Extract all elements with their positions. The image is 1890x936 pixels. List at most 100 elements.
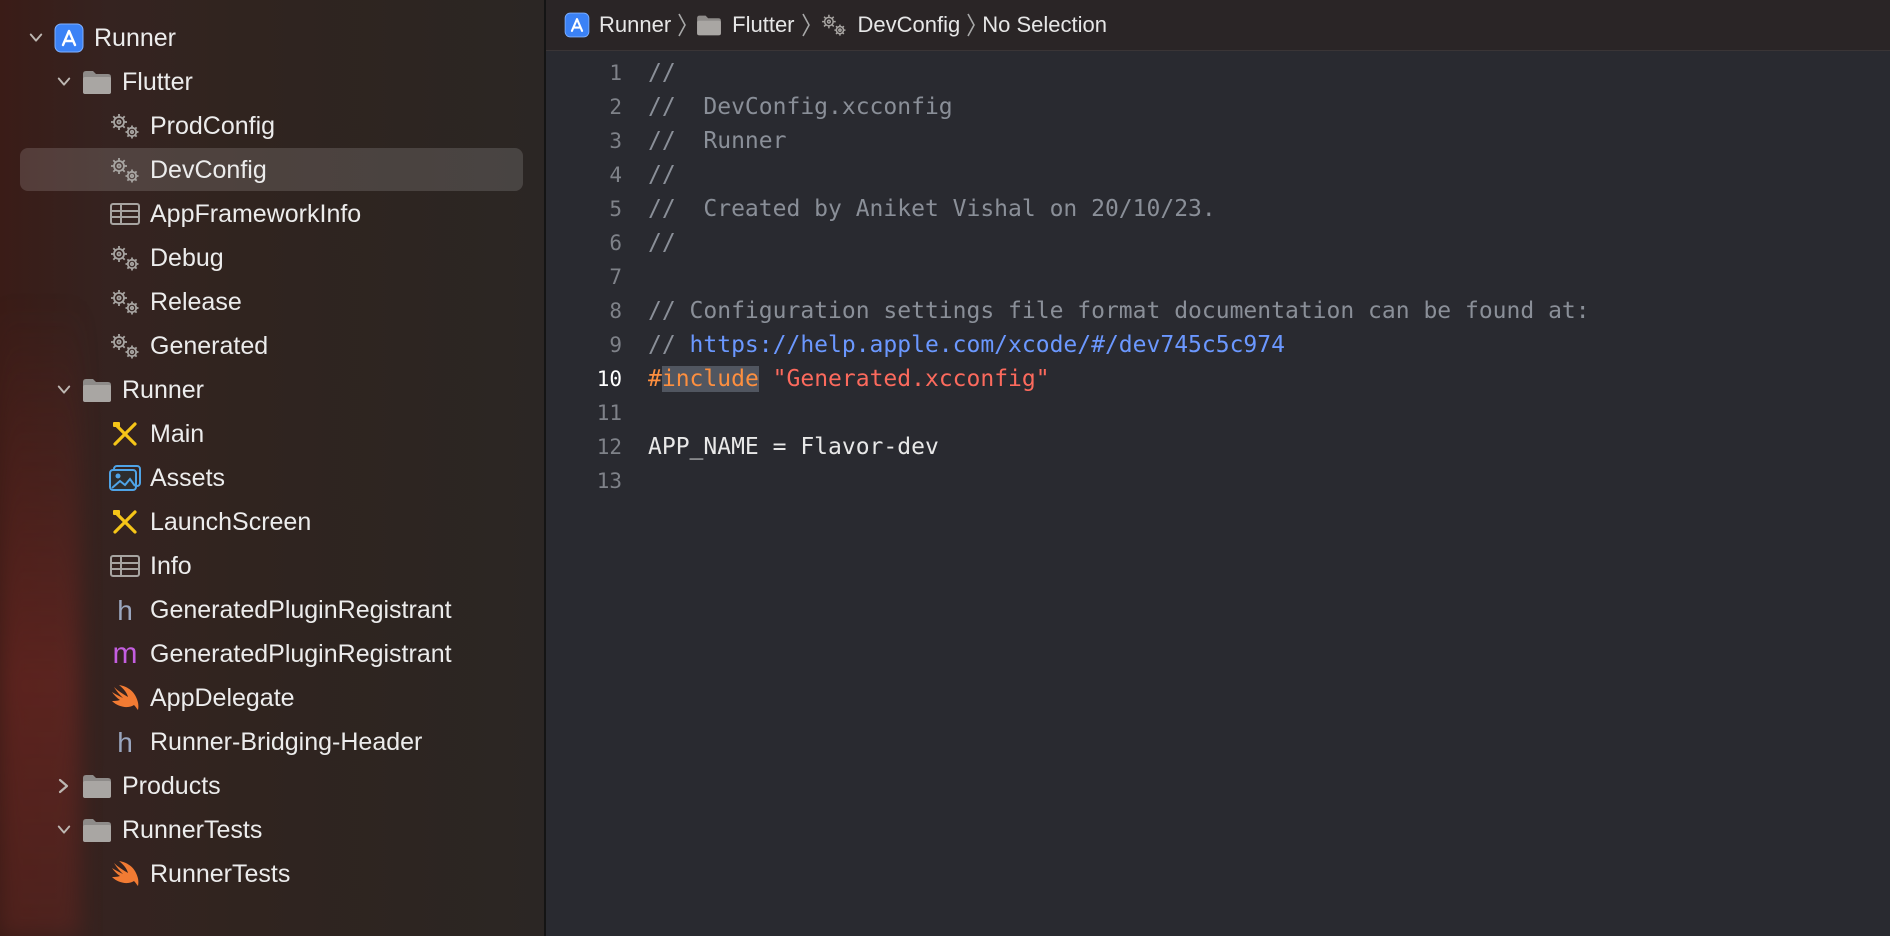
navigator-item-prodconfig[interactable]: ProdConfig bbox=[108, 104, 275, 148]
navigator-item-generatedpluginregistrant[interactable]: h GeneratedPluginRegistrant bbox=[108, 588, 451, 632]
token-comment: // bbox=[648, 162, 676, 188]
token-kw: include bbox=[661, 366, 759, 392]
breadcrumb-item-devconfig[interactable]: DevConfig bbox=[817, 10, 961, 40]
code-line[interactable]: 13 bbox=[546, 464, 1890, 498]
navigator-item-runner-bridging-header[interactable]: h Runner-Bridging-Header bbox=[108, 720, 422, 764]
token-comment: // bbox=[648, 60, 676, 86]
asset-catalog-icon bbox=[108, 463, 142, 493]
objc-file-icon: m bbox=[108, 639, 142, 669]
token-url[interactable]: https://help.apple.com/xcode/#/dev745c5c… bbox=[690, 332, 1285, 358]
code-line[interactable]: 2 // DevConfig.xcconfig bbox=[546, 90, 1890, 124]
breadcrumb-item-flutter[interactable]: Flutter bbox=[693, 12, 795, 38]
navigator-item-label: Assets bbox=[150, 464, 226, 492]
navigator-item-runner[interactable]: Runner bbox=[29, 16, 176, 60]
line-number: 3 bbox=[609, 129, 622, 153]
line-number: 2 bbox=[609, 95, 622, 119]
token-pre: # bbox=[648, 366, 662, 392]
line-text: // DevConfig.xcconfig bbox=[648, 94, 953, 120]
line-text: // bbox=[648, 60, 676, 86]
navigator-item-label: Main bbox=[150, 420, 205, 448]
folder-icon bbox=[80, 771, 114, 801]
navigator-item-runnertests[interactable]: RunnerTests bbox=[57, 808, 262, 852]
code-line[interactable]: 6 // bbox=[546, 226, 1890, 260]
navigator-item-devconfig[interactable]: DevConfig bbox=[108, 148, 267, 192]
gears-icon bbox=[108, 155, 142, 185]
breadcrumb-label: No Selection bbox=[982, 12, 1107, 37]
code-line[interactable]: 7 bbox=[546, 260, 1890, 294]
line-number: 12 bbox=[596, 435, 622, 459]
navigator-item-runner[interactable]: Runner bbox=[57, 368, 204, 412]
navigator-item-runnertests[interactable]: RunnerTests bbox=[108, 852, 290, 896]
code-line[interactable]: 1 // bbox=[546, 56, 1890, 90]
breadcrumb-label: Flutter bbox=[732, 12, 795, 37]
navigator-item-label: RunnerTests bbox=[150, 860, 291, 888]
line-text: APP_NAME = Flavor-dev bbox=[648, 434, 939, 460]
code-line[interactable]: 8 // Configuration settings file format d… bbox=[546, 294, 1890, 328]
navigator-item-generated[interactable]: Generated bbox=[108, 324, 268, 368]
line-text: // https://help.apple.com/xcode/#/dev745… bbox=[648, 332, 1285, 358]
code-line[interactable]: 12 APP_NAME = Flavor-dev bbox=[546, 430, 1890, 464]
code-line[interactable]: 4 // bbox=[546, 158, 1890, 192]
svg-text:m: m bbox=[113, 639, 138, 669]
navigator-item-label: Debug bbox=[150, 244, 224, 272]
line-number: 10 bbox=[596, 367, 622, 391]
navigator-item-label: Flutter bbox=[122, 68, 193, 96]
navigator-item-generatedpluginregistrant[interactable]: m GeneratedPluginRegistrant bbox=[108, 632, 452, 676]
storyboard-icon bbox=[108, 419, 142, 449]
navigator-item-products[interactable]: Products bbox=[58, 764, 221, 808]
navigator-item-info[interactable]: Info bbox=[108, 544, 192, 588]
navigator-item-release[interactable]: Release bbox=[108, 280, 242, 324]
svg-text:h: h bbox=[117, 727, 133, 757]
navigator-item-main[interactable]: Main bbox=[108, 412, 204, 456]
disclosure-chevron-down-icon[interactable] bbox=[57, 383, 71, 397]
navigator-item-appdelegate[interactable]: AppDelegate bbox=[108, 676, 295, 720]
breadcrumb-item-runner[interactable]: Runner bbox=[562, 10, 671, 40]
navigator-item-label: Runner-Bridging-Header bbox=[150, 728, 423, 756]
swift-icon bbox=[108, 683, 142, 713]
breadcrumb-separator-icon bbox=[801, 12, 811, 38]
folder-icon bbox=[80, 375, 114, 405]
breadcrumb: Runner Flutter DevConfig No Selection bbox=[562, 10, 1107, 40]
line-text: #include "Generated.xcconfig" bbox=[648, 366, 1050, 392]
navigator-item-flutter[interactable]: Flutter bbox=[57, 60, 193, 104]
line-text: // Configuration settings file format do… bbox=[648, 298, 1590, 324]
token-comment: // Created by Aniket Vishal on 20/10/23. bbox=[648, 196, 1216, 222]
code-line[interactable]: 3 // Runner bbox=[546, 124, 1890, 158]
token-comment: // bbox=[648, 230, 676, 256]
line-text: // bbox=[648, 162, 676, 188]
navigator-item-label: Generated bbox=[150, 332, 269, 360]
plist-icon bbox=[108, 551, 142, 581]
disclosure-chevron-right-icon[interactable] bbox=[57, 778, 71, 794]
disclosure-chevron-down-icon[interactable] bbox=[57, 823, 71, 837]
project-navigator: Runner Flutter ProdConfig DevConfig AppFrame… bbox=[0, 0, 544, 936]
folder-icon bbox=[80, 815, 114, 845]
navigator-item-assets[interactable]: Assets bbox=[108, 456, 225, 500]
disclosure-chevron-down-icon[interactable] bbox=[57, 75, 71, 89]
navigator-item-label: Runner bbox=[122, 376, 204, 404]
navigator-item-label: LaunchScreen bbox=[150, 508, 312, 536]
code-line[interactable]: 5 // Created by Aniket Vishal on 20/10/23… bbox=[546, 192, 1890, 226]
breadcrumb-item-no-selection[interactable]: No Selection bbox=[982, 12, 1107, 38]
navigator-item-label: GeneratedPluginRegistrant bbox=[150, 640, 452, 668]
code-line[interactable]: 10 #include "Generated.xcconfig" bbox=[546, 362, 1890, 396]
navigator-item-appframeworkinfo[interactable]: AppFrameworkInfo bbox=[108, 192, 361, 236]
navigator-item-label: Runner bbox=[94, 24, 176, 52]
navigator-item-launchscreen[interactable]: LaunchScreen bbox=[108, 500, 311, 544]
navigator-item-debug[interactable]: Debug bbox=[108, 236, 224, 280]
breadcrumb-label: DevConfig bbox=[857, 12, 961, 37]
code-line[interactable]: 9 // https://help.apple.com/xcode/#/dev74… bbox=[546, 328, 1890, 362]
swift-icon bbox=[108, 859, 142, 889]
header-file-icon: h bbox=[108, 595, 142, 625]
storyboard-icon bbox=[108, 507, 142, 537]
line-number: 4 bbox=[609, 163, 622, 187]
line-text: // Runner bbox=[648, 128, 786, 154]
line-number: 1 bbox=[609, 61, 622, 85]
xcode-project-icon bbox=[564, 12, 590, 38]
token-str: "Generated.xcconfig" bbox=[772, 366, 1050, 392]
gears-icon bbox=[108, 287, 142, 317]
disclosure-chevron-down-icon[interactable] bbox=[29, 31, 43, 45]
code-line[interactable]: 11 bbox=[546, 396, 1890, 430]
code-editor: Runner Flutter DevConfig No Selection 1 // 2 /… bbox=[546, 0, 1890, 936]
navigator-item-label: AppDelegate bbox=[150, 684, 295, 712]
